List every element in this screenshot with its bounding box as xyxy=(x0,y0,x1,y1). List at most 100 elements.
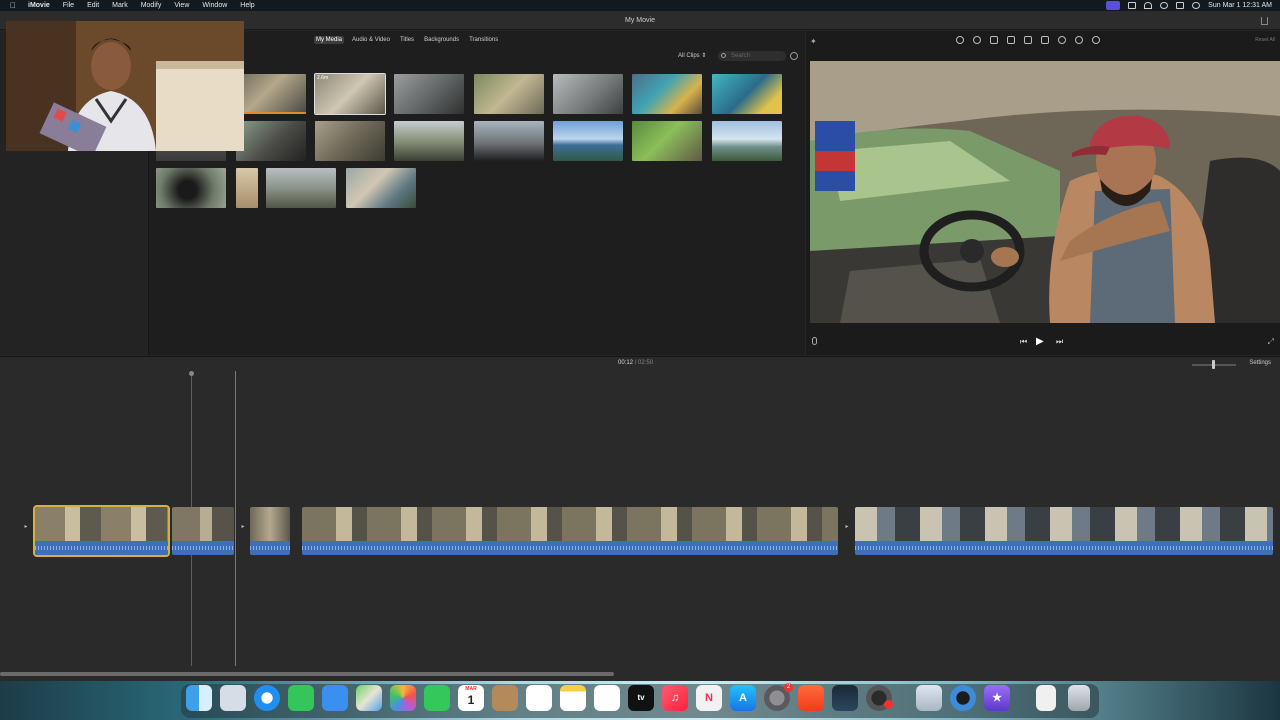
timeline-clip[interactable] xyxy=(33,505,170,557)
media-thumbnail[interactable] xyxy=(315,121,385,161)
share-icon[interactable] xyxy=(1261,17,1268,25)
notes-icon[interactable] xyxy=(560,685,586,711)
media-thumbnail[interactable] xyxy=(712,121,782,161)
display-icon[interactable] xyxy=(1128,2,1137,9)
reset-all-button[interactable]: Reset All xyxy=(1255,37,1275,43)
facetime-icon[interactable] xyxy=(424,685,450,711)
menu-app-name[interactable]: iMovie xyxy=(28,2,50,9)
stabilization-icon[interactable] xyxy=(1007,36,1015,44)
mail-icon[interactable] xyxy=(322,685,348,711)
transition-marker[interactable]: ▸ xyxy=(22,523,30,531)
trash-icon[interactable] xyxy=(1068,685,1090,711)
transition-marker[interactable]: ▸ xyxy=(843,523,851,531)
reminders-icon[interactable] xyxy=(526,685,552,711)
media-thumbnail[interactable] xyxy=(632,74,702,114)
media-thumbnail[interactable]: 2.6m xyxy=(314,73,386,115)
clip-filter-icon[interactable] xyxy=(1075,36,1083,44)
preview-icon[interactable] xyxy=(916,685,942,711)
tab-audio-video[interactable]: Audio & Video xyxy=(350,36,392,44)
clip-filter-dropdown[interactable]: All Clips ⇕ xyxy=(678,52,706,59)
apple-menu-icon[interactable]:  xyxy=(10,2,16,10)
wifi-icon[interactable] xyxy=(1144,2,1153,9)
media-thumbnail[interactable] xyxy=(346,168,416,208)
menu-modify[interactable]: Modify xyxy=(141,2,162,9)
timeline-scrollbar[interactable] xyxy=(0,672,614,676)
tab-backgrounds[interactable]: Backgrounds xyxy=(422,36,461,44)
tab-my-media[interactable]: My Media xyxy=(314,36,345,44)
media-thumbnail[interactable] xyxy=(236,74,306,114)
messages-icon[interactable] xyxy=(288,685,314,711)
maps-icon[interactable] xyxy=(356,685,382,711)
safari-icon[interactable] xyxy=(254,685,280,711)
media-tabs: My Media Audio & Video Titles Background… xyxy=(314,36,500,44)
document-icon[interactable] xyxy=(1036,685,1056,711)
media-thumbnail[interactable] xyxy=(474,121,544,161)
info-icon[interactable] xyxy=(1092,36,1100,44)
tab-titles[interactable]: Titles xyxy=(398,36,416,44)
timeline-zoom-knob[interactable] xyxy=(1212,360,1215,369)
timeline-settings-button[interactable]: Settings xyxy=(1249,360,1271,366)
menu-mark[interactable]: Mark xyxy=(112,2,128,9)
apple-tv-icon[interactable]: tv xyxy=(628,685,654,711)
control-center-icon[interactable] xyxy=(1176,2,1185,9)
color-balance-icon[interactable] xyxy=(956,36,964,44)
menu-help[interactable]: Help xyxy=(240,2,254,9)
media-thumbnail[interactable] xyxy=(632,121,702,161)
clip-audio-waveform xyxy=(172,541,234,555)
timeline-clip[interactable] xyxy=(172,507,234,555)
media-thumbnail[interactable] xyxy=(474,74,544,114)
finder-icon[interactable] xyxy=(186,685,212,711)
freeform-icon[interactable] xyxy=(594,685,620,711)
media-thumbnail[interactable] xyxy=(712,74,782,114)
media-thumbnail[interactable] xyxy=(553,74,623,114)
media-thumbnail[interactable] xyxy=(266,168,336,208)
menubar-clock[interactable]: Sun Mar 1 12:31 AM xyxy=(1208,2,1272,9)
tab-transitions[interactable]: Transitions xyxy=(467,36,500,44)
webcam-overlay xyxy=(6,21,244,151)
playhead-handle[interactable] xyxy=(189,371,194,376)
contacts-icon[interactable] xyxy=(492,685,518,711)
volume-icon[interactable] xyxy=(1024,36,1032,44)
voiceover-mic-icon[interactable] xyxy=(812,337,817,345)
photos-icon[interactable] xyxy=(390,685,416,711)
siri-icon[interactable] xyxy=(1192,2,1201,9)
menu-edit[interactable]: Edit xyxy=(87,2,99,9)
brave-icon[interactable] xyxy=(798,685,824,711)
music-icon[interactable]: ♫ xyxy=(662,685,688,711)
quicktime-icon[interactable] xyxy=(950,685,976,711)
media-thumbnail[interactable] xyxy=(394,121,464,161)
app-store-icon[interactable]: A xyxy=(730,685,756,711)
crop-icon[interactable] xyxy=(990,36,998,44)
timeline-clip[interactable] xyxy=(855,507,1273,555)
launchpad-icon[interactable] xyxy=(220,685,246,711)
color-correction-icon[interactable] xyxy=(973,36,981,44)
noise-reduction-icon[interactable] xyxy=(1041,36,1049,44)
calendar-icon[interactable]: MAR 1 xyxy=(458,685,484,711)
screen-recording-icon[interactable] xyxy=(1106,1,1121,10)
menu-view[interactable]: View xyxy=(174,2,189,9)
media-thumbnail[interactable] xyxy=(236,168,258,208)
menu-file[interactable]: File xyxy=(63,2,74,9)
skip-back-button[interactable]: ⏮ xyxy=(1020,337,1027,347)
imovie-icon[interactable]: ★ xyxy=(984,685,1010,711)
fullscreen-icon[interactable]: ⤢ xyxy=(1268,337,1274,347)
menu-window[interactable]: Window xyxy=(202,2,227,9)
play-button[interactable]: ▶ xyxy=(1036,336,1044,347)
skip-forward-button[interactable]: ⏭ xyxy=(1056,337,1063,347)
timecode-display: 00:12 / 02:50 xyxy=(618,360,653,366)
timeline-clip[interactable] xyxy=(302,507,838,555)
media-thumbnail[interactable] xyxy=(553,121,623,161)
timeline-clip[interactable] xyxy=(250,507,290,555)
media-thumbnail[interactable] xyxy=(394,74,464,114)
transition-marker[interactable]: ▸ xyxy=(239,523,247,531)
magic-wand-icon[interactable]: ✦ xyxy=(810,37,817,46)
news-icon[interactable]: N xyxy=(696,685,722,711)
search-icon[interactable] xyxy=(1160,2,1169,9)
media-thumbnail[interactable] xyxy=(236,121,306,161)
window-title: My Movie xyxy=(625,17,655,24)
media-thumbnail[interactable] xyxy=(156,168,226,208)
search-input[interactable]: Search xyxy=(718,51,786,61)
speed-icon[interactable] xyxy=(1058,36,1066,44)
steam-icon[interactable] xyxy=(832,685,858,711)
browser-settings-icon[interactable] xyxy=(790,52,798,60)
